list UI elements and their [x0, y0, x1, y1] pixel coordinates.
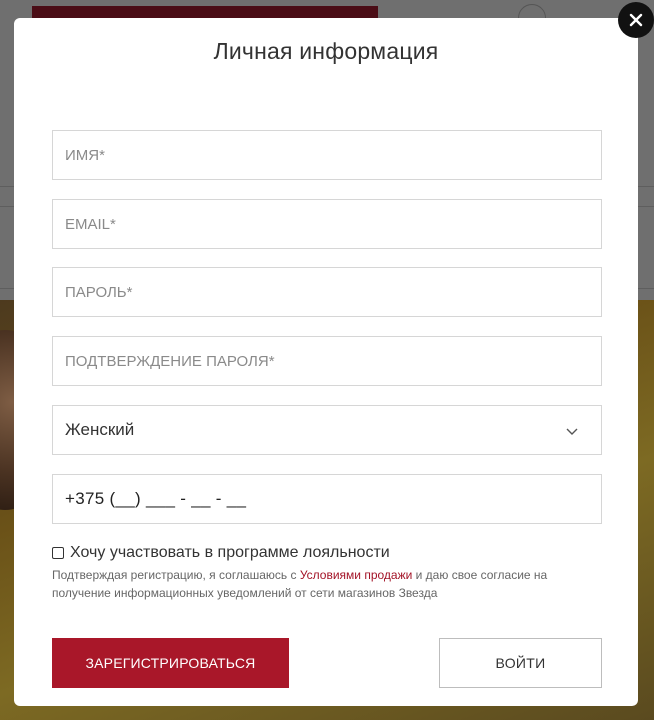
- terms-of-sale-link[interactable]: Условиями продажи: [300, 568, 412, 582]
- name-field[interactable]: [52, 130, 602, 180]
- registration-modal: Личная информация Женский +375 (__) ___ …: [14, 18, 638, 706]
- gender-select[interactable]: Женский: [52, 405, 602, 455]
- loyalty-checkbox-row[interactable]: Хочу участвовать в программе лояльности: [52, 544, 390, 562]
- register-button[interactable]: ЗАРЕГИСТРИРОВАТЬСЯ: [52, 638, 289, 688]
- consent-text-before: Подтверждая регистрацию, я соглашаюсь с: [52, 568, 300, 582]
- consent-text: Подтверждая регистрацию, я соглашаюсь с …: [52, 566, 592, 602]
- gender-select-value: Женский: [65, 420, 135, 439]
- phone-input[interactable]: +375 (__) ___ - __ - __: [65, 489, 246, 509]
- password-confirm-input[interactable]: [65, 337, 601, 385]
- email-input[interactable]: [65, 200, 601, 248]
- chevron-down-icon: [566, 428, 578, 435]
- loyalty-checkbox[interactable]: [52, 547, 64, 559]
- email-field[interactable]: [52, 199, 602, 249]
- phone-field[interactable]: +375 (__) ___ - __ - __: [52, 474, 602, 524]
- loyalty-checkbox-label[interactable]: Хочу участвовать в программе лояльности: [70, 544, 390, 562]
- password-confirm-field[interactable]: [52, 336, 602, 386]
- modal-title: Личная информация: [213, 38, 439, 64]
- close-button[interactable]: [618, 2, 654, 38]
- name-input[interactable]: [65, 131, 601, 179]
- close-icon: [629, 13, 643, 27]
- login-button[interactable]: ВОЙТИ: [439, 638, 602, 688]
- password-input[interactable]: [65, 268, 601, 316]
- password-field[interactable]: [52, 267, 602, 317]
